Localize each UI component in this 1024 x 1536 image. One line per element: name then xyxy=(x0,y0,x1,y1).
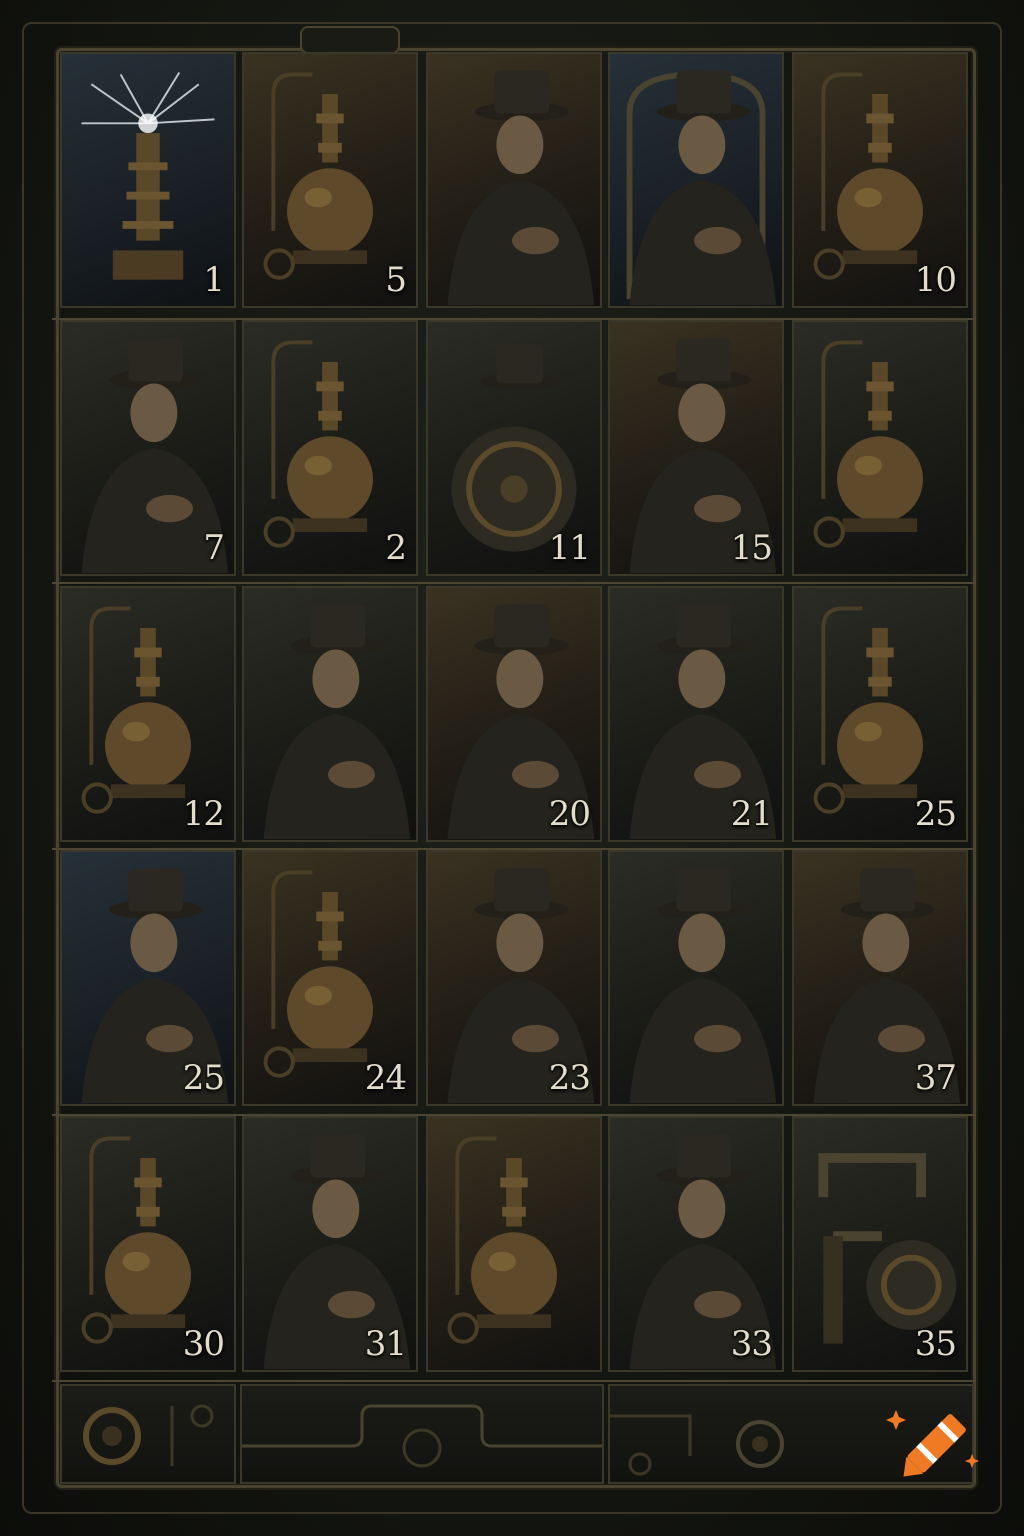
flask-icon xyxy=(813,340,923,548)
board-card[interactable]: 1 xyxy=(60,52,236,308)
bottom-decorative-band xyxy=(60,1384,974,1484)
card-number: 25 xyxy=(914,794,957,834)
man-in-hat-icon xyxy=(263,604,411,840)
board-card[interactable] xyxy=(792,320,968,576)
board-card[interactable]: 7 xyxy=(60,320,236,576)
board-card[interactable]: 20 xyxy=(426,586,602,842)
board-card[interactable]: 10 xyxy=(792,52,968,308)
board-card[interactable]: 31 xyxy=(242,1116,418,1372)
board-card[interactable] xyxy=(426,52,602,308)
card-grid: 1 5 10 7 2 11 15 12 20 21 25 25 24 23 37 30 31 33 35 xyxy=(60,52,974,1382)
card-number: 1 xyxy=(203,260,225,300)
board-card[interactable] xyxy=(608,850,784,1106)
card-number: 12 xyxy=(182,794,225,834)
card-number: 5 xyxy=(385,260,407,300)
board-card[interactable]: 12 xyxy=(60,586,236,842)
top-ornament xyxy=(300,26,400,54)
bottom-panel-pipes xyxy=(240,1384,604,1484)
card-number: 35 xyxy=(914,1324,957,1364)
board-card[interactable]: 35 xyxy=(792,1116,968,1372)
board-card[interactable]: 11 xyxy=(426,320,602,576)
board-card[interactable]: 21 xyxy=(608,586,784,842)
card-number: 11 xyxy=(548,528,591,568)
board-card[interactable]: 5 xyxy=(242,52,418,308)
card-number: 10 xyxy=(914,260,957,300)
gear-icon xyxy=(83,1404,214,1466)
card-number: 20 xyxy=(548,794,591,834)
card-number: 15 xyxy=(730,528,773,568)
card-number: 7 xyxy=(203,528,225,568)
board-card[interactable] xyxy=(608,52,784,308)
man-in-hat-icon xyxy=(629,868,777,1104)
card-number: 33 xyxy=(730,1324,773,1364)
card-number: 23 xyxy=(548,1058,591,1098)
row-divider xyxy=(52,318,976,320)
board-card[interactable]: 25 xyxy=(792,586,968,842)
board-card[interactable]: 37 xyxy=(792,850,968,1106)
row-divider xyxy=(52,1114,976,1116)
card-number: 24 xyxy=(364,1058,407,1098)
man-in-hat-icon xyxy=(447,70,595,306)
board-card[interactable]: 2 xyxy=(242,320,418,576)
card-number: 31 xyxy=(364,1324,407,1364)
row-divider xyxy=(52,582,976,584)
row-divider xyxy=(52,1380,976,1382)
card-number: 37 xyxy=(914,1058,957,1098)
man-in-window-icon xyxy=(626,70,777,306)
card-number: 25 xyxy=(182,1058,225,1098)
board-card[interactable] xyxy=(242,586,418,842)
card-number: 2 xyxy=(385,528,407,568)
board-card[interactable]: 30 xyxy=(60,1116,236,1372)
row-divider xyxy=(52,848,976,850)
card-number: 21 xyxy=(730,794,773,834)
board-card[interactable]: 15 xyxy=(608,320,784,576)
board-card[interactable]: 25 xyxy=(60,850,236,1106)
flask-icon xyxy=(447,1136,557,1344)
board-card[interactable]: 33 xyxy=(608,1116,784,1372)
board-card[interactable] xyxy=(426,1116,602,1372)
game-board: 1 5 10 7 2 11 15 12 20 21 25 25 24 23 37 30 31 33 35 xyxy=(0,0,1024,1536)
board-card[interactable]: 23 xyxy=(426,850,602,1106)
board-card[interactable]: 24 xyxy=(242,850,418,1106)
crayon-logo-icon xyxy=(886,1410,979,1477)
card-number: 30 xyxy=(182,1324,225,1364)
bottom-panel-gear xyxy=(60,1384,236,1484)
pipe-ornament-icon xyxy=(242,1404,602,1468)
